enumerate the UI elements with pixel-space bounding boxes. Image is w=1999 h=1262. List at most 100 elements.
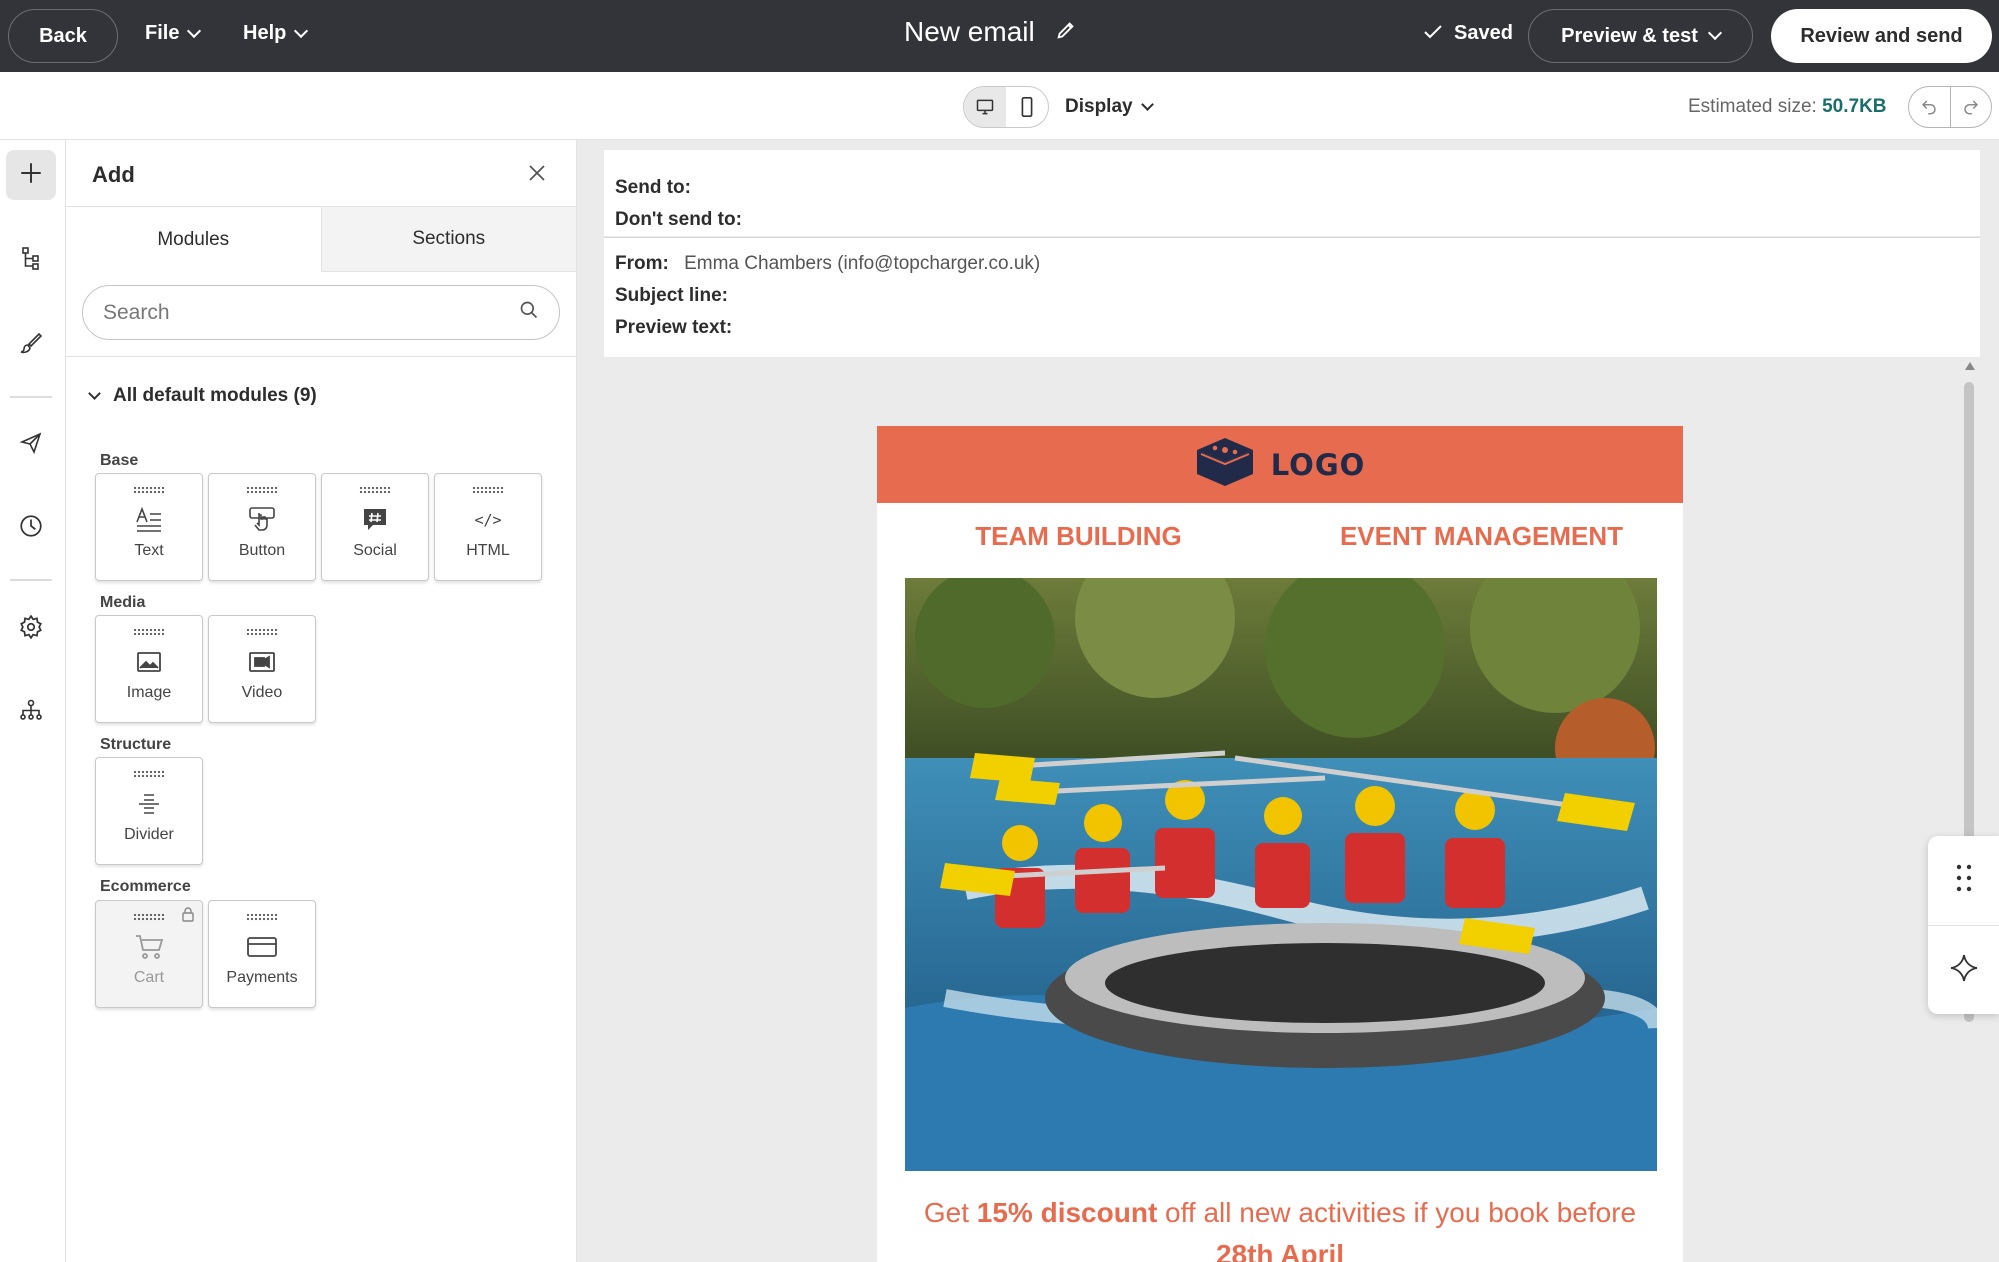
module-social-label: Social — [353, 542, 397, 559]
recipients-box[interactable]: Send to: Don't send to: — [604, 150, 1980, 236]
brush-icon — [19, 331, 43, 360]
mobile-icon[interactable] — [1006, 87, 1048, 127]
subject-line-row[interactable]: Subject line: — [615, 285, 738, 307]
display-dropdown[interactable]: Display — [1065, 96, 1154, 118]
cart-icon — [134, 931, 164, 963]
email-title-text: New email — [904, 16, 1035, 47]
subject-line-label: Subject line: — [615, 285, 728, 306]
search-icon[interactable] — [519, 300, 539, 325]
drag-handle-icon — [246, 913, 278, 921]
module-text-label: Text — [134, 542, 164, 559]
undo-redo-group — [1908, 86, 1992, 128]
send-to-row[interactable]: Send to: — [615, 177, 701, 199]
chevron-down-icon — [1707, 25, 1722, 41]
drag-handle-icon — [133, 486, 165, 494]
send-icon — [19, 431, 43, 460]
tree-structure-icon — [19, 246, 43, 275]
email-body[interactable]: LOGO TEAM BUILDING EVENT MANAGEMENT Get … — [877, 426, 1683, 1262]
module-image[interactable]: Image — [95, 615, 203, 723]
rail-settings-button[interactable] — [6, 604, 56, 654]
sender-box[interactable]: From: Emma Chambers (info@topcharger.co.… — [604, 237, 1980, 357]
drag-grip-button[interactable] — [1928, 836, 1999, 925]
tab-sections[interactable]: Sections — [320, 206, 577, 272]
preview-text-row[interactable]: Preview text: — [615, 317, 742, 339]
rail-send-button[interactable] — [6, 420, 56, 470]
module-divider[interactable]: Divider — [95, 757, 203, 865]
preview-text-label: Preview text: — [615, 317, 733, 338]
scroll-up-arrow-icon[interactable] — [1965, 362, 1975, 370]
module-group-label: All default modules (9) — [113, 385, 317, 406]
device-toggle — [963, 86, 1049, 128]
module-cart[interactable]: Cart — [95, 900, 203, 1008]
module-group-toggle[interactable]: All default modules (9) — [88, 385, 317, 407]
rail-structure-button[interactable] — [6, 235, 56, 285]
chevron-down-icon — [294, 23, 309, 38]
help-menu-label: Help — [243, 22, 287, 44]
hashtag-chat-icon — [361, 504, 389, 536]
file-menu[interactable]: File — [145, 22, 202, 45]
back-button[interactable]: Back — [8, 9, 118, 63]
rail-hierarchy-button[interactable] — [6, 687, 56, 737]
offer-date: 28th April — [1215, 1239, 1345, 1262]
add-panel: Add Modules Sections All default modules… — [66, 140, 577, 1262]
offer-suffix: off all new activities if you book befor… — [1157, 1197, 1637, 1228]
send-to-label: Send to: — [615, 177, 691, 198]
preview-test-label: Preview & test — [1561, 24, 1698, 47]
redo-icon[interactable] — [1949, 87, 1992, 127]
module-payments[interactable]: Payments — [208, 900, 316, 1008]
module-html-label: HTML — [466, 542, 510, 559]
display-label: Display — [1065, 96, 1133, 117]
offer-text[interactable]: Get 15% discount off all new activities … — [877, 1192, 1683, 1262]
review-send-button[interactable]: Review and send — [1771, 9, 1992, 63]
undo-icon[interactable] — [1909, 87, 1950, 127]
nav-team-building[interactable]: TEAM BUILDING — [877, 521, 1280, 552]
pencil-icon[interactable] — [1055, 16, 1077, 48]
sparkle-icon — [1949, 953, 1979, 988]
module-video-label: Video — [241, 684, 283, 701]
saved-label: Saved — [1454, 22, 1513, 44]
category-base: Base — [100, 452, 139, 469]
module-search — [82, 285, 560, 340]
desktop-icon[interactable] — [964, 87, 1006, 127]
estimated-size-value: 50.7KB — [1822, 96, 1887, 117]
close-icon[interactable] — [528, 164, 546, 187]
tab-modules-label: Modules — [157, 228, 230, 250]
search-input[interactable] — [103, 300, 519, 325]
drag-handle-icon — [359, 486, 391, 494]
help-menu[interactable]: Help — [243, 22, 309, 45]
from-label: From: — [615, 253, 669, 274]
module-video[interactable]: Video — [208, 615, 316, 723]
image-icon — [136, 646, 162, 678]
rail-add-button[interactable] — [6, 150, 56, 200]
email-header[interactable]: LOGO — [877, 426, 1683, 503]
chevron-down-icon — [88, 386, 101, 400]
rail-history-button[interactable] — [6, 503, 56, 553]
panel-divider — [66, 356, 577, 357]
chevron-down-icon — [1140, 97, 1154, 111]
rafting-photo[interactable] — [905, 578, 1657, 1171]
button-icon — [247, 504, 277, 536]
tab-modules[interactable]: Modules — [66, 206, 321, 272]
module-html[interactable]: </> HTML — [434, 473, 542, 581]
dont-send-to-row[interactable]: Don't send to: — [615, 209, 752, 231]
checkmark-icon — [1424, 22, 1442, 45]
email-title: New email — [904, 16, 1077, 48]
drag-handle-icon — [246, 486, 278, 494]
logo-text: LOGO — [1270, 447, 1366, 482]
module-button[interactable]: Button — [208, 473, 316, 581]
nav-event-management[interactable]: EVENT MANAGEMENT — [1280, 521, 1683, 552]
review-send-label: Review and send — [1800, 24, 1963, 47]
category-structure: Structure — [100, 736, 172, 753]
preview-test-button[interactable]: Preview & test — [1528, 9, 1753, 63]
rail-divider — [10, 579, 52, 581]
module-text[interactable]: Text — [95, 473, 203, 581]
drag-dots-icon — [1955, 863, 1973, 898]
module-social[interactable]: Social — [321, 473, 429, 581]
back-button-label: Back — [39, 24, 87, 47]
drag-handle-icon — [133, 770, 165, 778]
rail-style-button[interactable] — [6, 320, 56, 370]
from-row[interactable]: From: Emma Chambers (info@topcharger.co.… — [615, 253, 1040, 275]
ai-assist-button[interactable] — [1928, 925, 1999, 1014]
email-canvas: Send to: Don't send to: From: Emma Chamb… — [577, 140, 1999, 1262]
rafting-image — [905, 578, 1657, 1171]
